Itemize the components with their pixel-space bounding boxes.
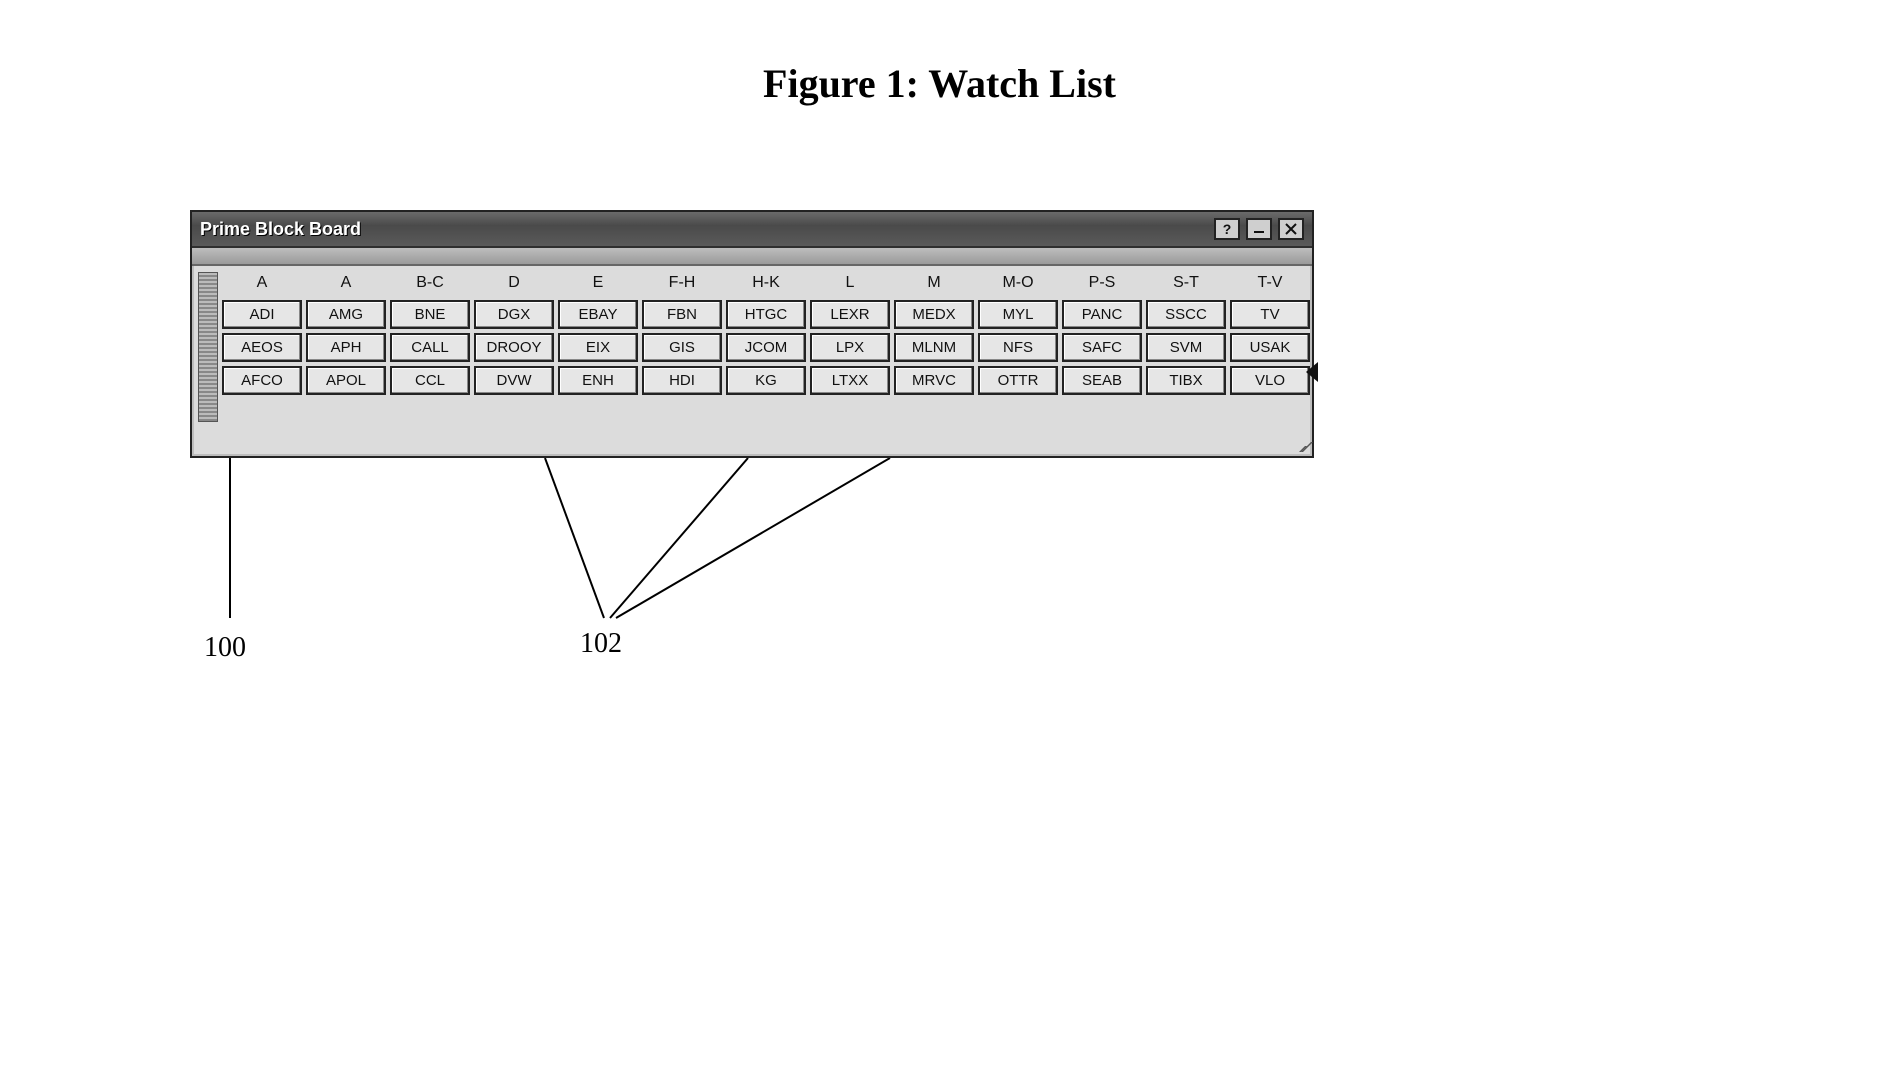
- ticker-cell[interactable]: CALL: [390, 333, 470, 362]
- ticker-cell[interactable]: AFCO: [222, 366, 302, 395]
- col-header: M-O: [978, 272, 1058, 296]
- ticker-cell[interactable]: DGX: [474, 300, 554, 329]
- col-header: S-T: [1146, 272, 1226, 296]
- ticker-cell[interactable]: AEOS: [222, 333, 302, 362]
- ticker-cell[interactable]: DROOY: [474, 333, 554, 362]
- ticker-cell[interactable]: OTTR: [978, 366, 1058, 395]
- minimize-icon: [1252, 222, 1266, 236]
- ticker-cell[interactable]: TV: [1230, 300, 1310, 329]
- ticker-cell[interactable]: NFS: [978, 333, 1058, 362]
- ticker-cell[interactable]: APH: [306, 333, 386, 362]
- ticker-cell[interactable]: SEAB: [1062, 366, 1142, 395]
- ticker-cell[interactable]: EBAY: [558, 300, 638, 329]
- col-header: P-S: [1062, 272, 1142, 296]
- resize-grip-icon[interactable]: [1294, 438, 1310, 454]
- col-header: T-V: [1230, 272, 1310, 296]
- ticker-cell[interactable]: SSCC: [1146, 300, 1226, 329]
- scroll-right-icon[interactable]: [1306, 362, 1318, 382]
- ticker-cell[interactable]: BNE: [390, 300, 470, 329]
- ticker-cell[interactable]: DVW: [474, 366, 554, 395]
- col-header: L: [810, 272, 890, 296]
- ticker-cell[interactable]: MLNM: [894, 333, 974, 362]
- ticker-cell[interactable]: LEXR: [810, 300, 890, 329]
- ticker-cell[interactable]: LTXX: [810, 366, 890, 395]
- ticker-cell[interactable]: TIBX: [1146, 366, 1226, 395]
- window-title: Prime Block Board: [200, 219, 361, 240]
- ticker-cell[interactable]: JCOM: [726, 333, 806, 362]
- menu-bar[interactable]: [192, 248, 1312, 266]
- title-bar[interactable]: Prime Block Board ?: [192, 212, 1312, 248]
- col-header: A: [222, 272, 302, 296]
- ticker-cell[interactable]: PANC: [1062, 300, 1142, 329]
- col-header: H-K: [726, 272, 806, 296]
- ticker-cell[interactable]: FBN: [642, 300, 722, 329]
- ticker-cell[interactable]: ENH: [558, 366, 638, 395]
- close-icon: [1284, 222, 1298, 236]
- ticker-cell[interactable]: MYL: [978, 300, 1058, 329]
- ticker-cell[interactable]: LPX: [810, 333, 890, 362]
- col-header: F-H: [642, 272, 722, 296]
- ticker-cell[interactable]: APOL: [306, 366, 386, 395]
- col-header: E: [558, 272, 638, 296]
- ticker-cell[interactable]: KG: [726, 366, 806, 395]
- close-button[interactable]: [1278, 218, 1304, 240]
- ticker-cell[interactable]: MEDX: [894, 300, 974, 329]
- ticker-cell[interactable]: HTGC: [726, 300, 806, 329]
- ticker-cell[interactable]: HDI: [642, 366, 722, 395]
- ticker-cell[interactable]: AMG: [306, 300, 386, 329]
- annotation-ref-102: 102: [580, 628, 622, 660]
- watchlist-window: Prime Block Board ? A A B-C D E F-H H-K: [190, 210, 1314, 458]
- col-header: M: [894, 272, 974, 296]
- col-header: D: [474, 272, 554, 296]
- ticker-grid: A A B-C D E F-H H-K L M M-O P-S S-T T-V …: [222, 272, 1306, 395]
- col-header: B-C: [390, 272, 470, 296]
- ticker-cell[interactable]: GIS: [642, 333, 722, 362]
- annotation-lines: [190, 458, 1314, 668]
- figure-caption: Figure 1: Watch List: [0, 60, 1879, 107]
- ticker-cell[interactable]: CCL: [390, 366, 470, 395]
- ticker-cell[interactable]: USAK: [1230, 333, 1310, 362]
- col-header: A: [306, 272, 386, 296]
- ticker-cell[interactable]: ADI: [222, 300, 302, 329]
- ticker-cell[interactable]: SVM: [1146, 333, 1226, 362]
- annotation-ref-100: 100: [204, 632, 246, 664]
- help-button[interactable]: ?: [1214, 218, 1240, 240]
- ticker-cell[interactable]: SAFC: [1062, 333, 1142, 362]
- ticker-cell[interactable]: MRVC: [894, 366, 974, 395]
- minimize-button[interactable]: [1246, 218, 1272, 240]
- ticker-cell[interactable]: VLO: [1230, 366, 1310, 395]
- ticker-cell[interactable]: EIX: [558, 333, 638, 362]
- left-sidebar-strip[interactable]: [198, 272, 218, 422]
